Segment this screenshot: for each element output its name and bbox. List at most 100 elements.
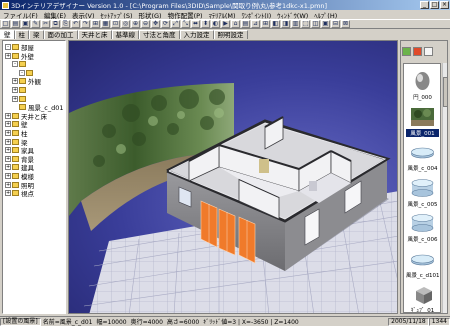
toolbar-button-icon[interactable]: ◐	[211, 20, 220, 28]
menu-item[interactable]: 形状(G)	[135, 10, 164, 20]
menu-item[interactable]: ﾏﾃﾘｱﾙ(M)	[206, 10, 239, 20]
library-item[interactable]: 風景_001	[406, 104, 439, 138]
tab-item[interactable]: 入力設定	[179, 29, 214, 39]
tree-expander-icon[interactable]: +	[5, 130, 11, 136]
toolbar-button-icon[interactable]: ▦	[101, 20, 110, 28]
library-item[interactable]: 風景_c_005	[406, 175, 439, 209]
library-thumbnail[interactable]	[410, 283, 435, 305]
tree-expander-icon[interactable]: +	[5, 52, 11, 59]
library-delete-icon[interactable]	[413, 47, 422, 56]
library-list[interactable]: 円_000 風景_001 風景_c_004 風景_c_005 風景_c_006 風景_c_…	[403, 63, 441, 313]
tree-expander-icon[interactable]: +	[5, 155, 11, 162]
maximize-button[interactable]: □	[430, 1, 439, 9]
library-item[interactable]: ｷﾞｭﾌﾞ_01	[406, 281, 439, 312]
tab-item[interactable]: 基準線	[111, 29, 139, 39]
library-view-icon[interactable]	[424, 47, 433, 56]
object-tree[interactable]: - 部屋 + 外壁 - - + 外観 + + 風景_c_d01 + 天井と床 + 壁 + 柱 + 梁 + 家具 + 背景 + 建…	[2, 40, 66, 314]
library-scrollbar[interactable]	[442, 63, 448, 313]
tab-item[interactable]: 壁	[0, 29, 15, 39]
toolbar-button-icon[interactable]: ✂	[41, 20, 50, 28]
toolbar-button-icon[interactable]: ▣	[21, 20, 30, 28]
tree-node[interactable]: + 外観	[12, 77, 41, 86]
toolbar-button-icon[interactable]: ⧉	[51, 20, 60, 28]
tree-expander-icon[interactable]: +	[12, 78, 18, 85]
tree-expander-icon[interactable]: +	[5, 121, 11, 128]
toolbar-button-icon[interactable]: ⊖	[141, 20, 150, 28]
toolbar-button-icon[interactable]: ▣	[321, 20, 330, 28]
library-thumbnail[interactable]	[410, 70, 435, 92]
toolbar-button-icon[interactable]: ◧	[271, 20, 280, 28]
toolbar-button-icon[interactable]: ◎	[121, 20, 130, 28]
minimize-button[interactable]: _	[420, 1, 429, 9]
toolbar-button-icon[interactable]: ⊟	[331, 20, 340, 28]
toolbar-button-icon[interactable]: ◫	[311, 20, 320, 28]
tree-expander-icon[interactable]: +	[12, 95, 18, 102]
tree-expander-icon[interactable]: +	[12, 87, 18, 93]
toolbar-button-icon[interactable]: ⊠	[341, 20, 350, 28]
library-thumbnail[interactable]	[410, 177, 435, 199]
toolbar-button-icon[interactable]: ✥	[151, 20, 160, 28]
menu-item[interactable]: 物作配置(P)	[165, 10, 206, 20]
toolbar-button-icon[interactable]: ⬚	[301, 20, 310, 28]
menu-item[interactable]: 表示(V)	[69, 10, 98, 20]
menu-item[interactable]: ファイル(F)	[0, 10, 41, 20]
toolbar-button-icon[interactable]: ⊞	[261, 20, 270, 28]
tree-expander-icon[interactable]: +	[5, 138, 11, 145]
toolbar-button-icon[interactable]: ✎	[31, 20, 40, 28]
tree-node[interactable]: -	[12, 60, 28, 68]
toolbar-button-icon[interactable]: ⟳	[161, 20, 170, 28]
library-add-icon[interactable]	[402, 47, 411, 56]
toolbar-button-icon[interactable]: ⤢	[171, 20, 180, 28]
toolbar-button-icon[interactable]: ⌂	[231, 20, 240, 28]
tree-expander-icon[interactable]: +	[5, 173, 11, 179]
library-item[interactable]: 円_000	[406, 68, 439, 102]
tree-node[interactable]: + 視点	[5, 189, 34, 198]
menu-item[interactable]: ｳｨﾝﾄﾞｳ(W)	[274, 10, 311, 20]
menu-item[interactable]: ﾍﾙﾌﾟ(H)	[311, 10, 340, 20]
library-thumbnail[interactable]	[410, 141, 435, 163]
tree-node[interactable]: + 外壁	[5, 52, 34, 61]
toolbar-button-icon[interactable]: ▤	[241, 20, 250, 28]
toolbar-button-icon[interactable]: ⬌	[191, 20, 200, 28]
toolbar-button-icon[interactable]: ▤	[11, 20, 20, 28]
tree-expander-icon[interactable]: +	[5, 164, 11, 171]
tab-item[interactable]: 面の加工	[43, 29, 78, 39]
tab-item[interactable]: 柱	[14, 29, 29, 39]
library-item[interactable]: 風景_c_d101	[406, 246, 439, 280]
close-button[interactable]: ×	[440, 1, 449, 9]
tree-expander-icon[interactable]: +	[5, 112, 11, 119]
toolbar-button-icon[interactable]: ⊞	[91, 20, 100, 28]
tree-expander-icon[interactable]: -	[12, 61, 18, 68]
library-thumbnail[interactable]	[410, 106, 435, 128]
library-thumbnail[interactable]	[410, 248, 435, 270]
toolbar-button-icon[interactable]: □	[1, 20, 10, 28]
library-thumbnail[interactable]	[410, 212, 435, 234]
menu-item[interactable]: ｾｯﾄｱｯﾌﾟ(S)	[98, 10, 136, 20]
menu-item[interactable]: 編集(E)	[41, 10, 69, 20]
library-item[interactable]: 風景_c_004	[406, 139, 439, 173]
library-item[interactable]: 風景_c_006	[406, 210, 439, 244]
toolbar-button-icon[interactable]: ⎘	[61, 20, 70, 28]
tab-item[interactable]: 梁	[29, 29, 44, 39]
menu-item[interactable]: ﾜﾝﾎﾟｲﾝﾄ(I)	[239, 10, 275, 20]
toolbar-button-icon[interactable]: ⤡	[181, 20, 190, 28]
tree-node[interactable]: +	[12, 86, 28, 94]
toolbar-button-icon[interactable]: ⊡	[111, 20, 120, 28]
toolbar-button-icon[interactable]: ⬍	[201, 20, 210, 28]
3d-viewport[interactable]	[68, 40, 398, 314]
toolbar-button-icon[interactable]: ▶	[221, 20, 230, 28]
toolbar-button-icon[interactable]: ↶	[71, 20, 80, 28]
tab-item[interactable]: 天井と床	[77, 29, 112, 39]
tree-expander-icon[interactable]: +	[5, 147, 11, 154]
tree-node[interactable]: +	[12, 95, 28, 103]
toolbar-button-icon[interactable]: ▥	[291, 20, 300, 28]
tree-expander-icon[interactable]: -	[5, 44, 11, 50]
library-scroll-thumb[interactable]	[443, 77, 448, 107]
toolbar-button-icon[interactable]: ◨	[281, 20, 290, 28]
tree-expander-icon[interactable]: -	[19, 69, 25, 76]
tab-item[interactable]: 照明設定	[213, 29, 248, 39]
toolbar-button-icon[interactable]: ⊿	[251, 20, 260, 28]
tab-item[interactable]: 寸法と角度	[139, 29, 180, 39]
tree-expander-icon[interactable]: +	[5, 181, 11, 188]
toolbar-button-icon[interactable]: ↷	[81, 20, 90, 28]
